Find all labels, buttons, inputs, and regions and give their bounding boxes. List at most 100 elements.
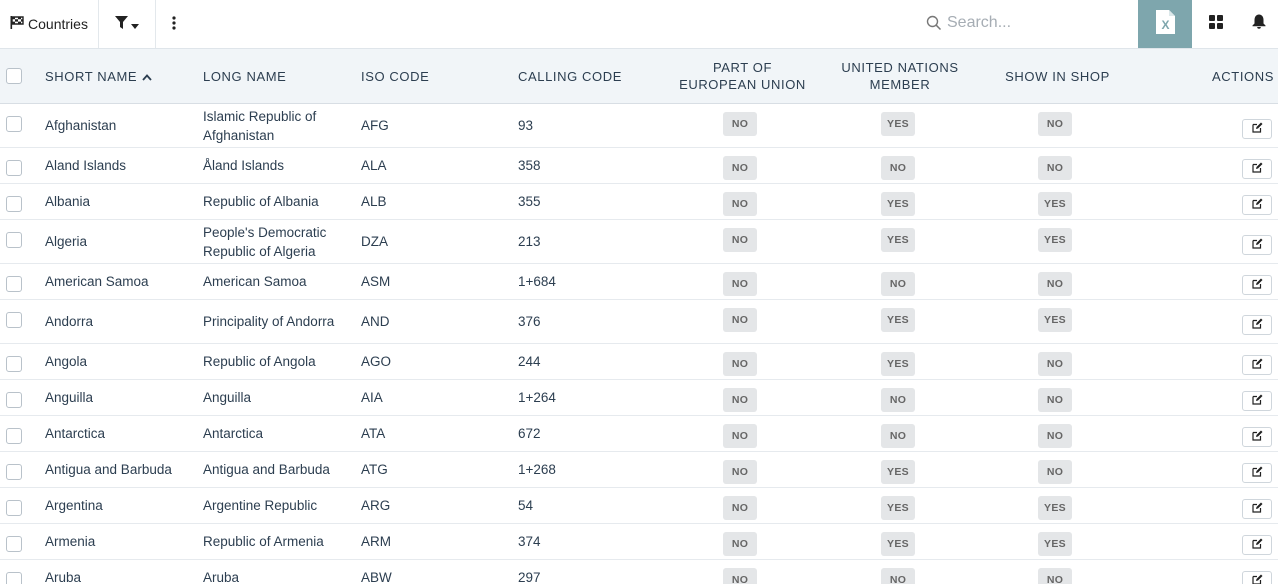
cell-short-name: Albania [45, 184, 197, 219]
column-header-calling-code[interactable]: CALLING CODE [518, 49, 668, 103]
cell-un-member: YES [828, 524, 968, 559]
cell-long-name: Argentine Republic [203, 488, 348, 523]
search-input[interactable] [947, 10, 1132, 36]
row-checkbox[interactable] [6, 116, 22, 132]
edit-button[interactable] [1242, 235, 1272, 255]
column-header-iso-code[interactable]: ISO CODE [361, 49, 511, 103]
kebab-menu-icon [171, 15, 176, 33]
table-row[interactable]: Antigua and Barbuda Antigua and Barbuda AT… [0, 452, 1278, 488]
row-checkbox[interactable] [6, 464, 22, 480]
flag-icon [10, 16, 24, 32]
edit-button[interactable] [1242, 571, 1272, 584]
edit-button[interactable] [1242, 391, 1272, 411]
row-checkbox[interactable] [6, 572, 22, 584]
status-badge: YES [1038, 496, 1072, 520]
row-checkbox[interactable] [6, 428, 22, 444]
cell-show-in-shop: NO [985, 560, 1125, 584]
cell-iso-code: AGO [361, 344, 511, 379]
cell-short-name-text: Afghanistan [45, 118, 117, 133]
cell-european-union: NO [670, 264, 810, 299]
row-checkbox[interactable] [6, 196, 22, 212]
column-header-european-union[interactable]: PART OF EUROPEAN UNION [670, 49, 815, 103]
row-checkbox[interactable] [6, 232, 22, 248]
row-checkbox[interactable] [6, 500, 22, 516]
row-checkbox[interactable] [6, 392, 22, 408]
table-row[interactable]: Algeria People's Democratic Republic of A… [0, 220, 1278, 264]
column-header-actions-label: ACTIONS [1212, 68, 1274, 84]
cell-long-name-text: Antigua and Barbuda [203, 462, 330, 477]
filter-button[interactable] [99, 0, 156, 48]
row-checkbox[interactable] [6, 312, 22, 328]
edit-button[interactable] [1242, 275, 1272, 295]
row-checkbox[interactable] [6, 356, 22, 372]
cell-iso-code: AIA [361, 380, 511, 415]
edit-button[interactable] [1242, 535, 1272, 555]
table-row[interactable]: Argentina Argentine Republic ARG 54 NO YES YES [0, 488, 1278, 524]
edit-button[interactable] [1242, 315, 1272, 335]
column-header-long-name[interactable]: LONG NAME [203, 49, 353, 103]
column-header-short-name-label: SHORT NAME [45, 68, 138, 84]
notifications-button[interactable] [1240, 0, 1278, 48]
edit-button[interactable] [1242, 355, 1272, 375]
column-header-short-name[interactable]: SHORT NAME [45, 49, 195, 103]
caret-down-icon [131, 16, 139, 32]
cell-long-name-text: Åland Islands [203, 158, 285, 173]
cell-iso-code: ALB [361, 184, 511, 219]
grid-view-button[interactable] [1192, 0, 1240, 48]
cell-short-name-text: Armenia [45, 534, 96, 549]
cell-show-in-shop: YES [985, 524, 1125, 559]
cell-european-union: NO [670, 300, 810, 343]
cell-iso-code-text: AND [361, 314, 390, 329]
cell-long-name: Republic of Albania [203, 184, 348, 219]
cell-show-in-shop: YES [985, 220, 1125, 263]
edit-button[interactable] [1242, 159, 1272, 179]
table-row[interactable]: Antarctica Antarctica ATA 672 NO NO NO [0, 416, 1278, 452]
more-options-button[interactable] [156, 0, 191, 48]
cell-calling-code: 244 [518, 344, 668, 379]
cell-iso-code-text: ARM [361, 534, 391, 549]
status-badge: NO [881, 424, 915, 448]
cell-iso-code: ARM [361, 524, 511, 559]
edit-button[interactable] [1242, 119, 1272, 139]
table-row[interactable]: Aland Islands Åland Islands ALA 358 NO NO NO [0, 148, 1278, 184]
column-header-show-in-shop-label: SHOW IN SHOP [1005, 68, 1110, 84]
table-row[interactable]: Anguilla Anguilla AIA 1+264 NO NO NO [0, 380, 1278, 416]
countries-menu-button[interactable]: Countries [0, 0, 99, 48]
cell-european-union: NO [670, 524, 810, 559]
cell-european-union: NO [670, 380, 810, 415]
column-header-un-member[interactable]: UNITED NATIONS MEMBER [830, 49, 970, 103]
column-header-show-in-shop[interactable]: SHOW IN SHOP [995, 49, 1120, 103]
table-row[interactable]: Armenia Republic of Armenia ARM 374 NO YES YES [0, 524, 1278, 560]
table-row[interactable]: American Samoa American Samoa ASM 1+684 NO NO… [0, 264, 1278, 300]
edit-button[interactable] [1242, 499, 1272, 519]
table-row[interactable]: Andorra Principality of Andorra AND 376 NO YE… [0, 300, 1278, 344]
edit-icon [1251, 120, 1263, 138]
cell-long-name-text: Antarctica [203, 426, 264, 441]
cell-un-member: YES [828, 300, 968, 343]
row-checkbox[interactable] [6, 536, 22, 552]
table-row[interactable]: Albania Republic of Albania ALB 355 NO YES YES [0, 184, 1278, 220]
cell-calling-code-text: 374 [518, 534, 541, 549]
table-row[interactable]: Angola Republic of Angola AGO 244 NO YES NO [0, 344, 1278, 380]
status-badge: NO [723, 388, 757, 412]
cell-long-name: Åland Islands [203, 148, 348, 183]
cell-short-name: Antigua and Barbuda [45, 452, 197, 487]
edit-button[interactable] [1242, 427, 1272, 447]
row-checkbox[interactable] [6, 276, 22, 292]
cell-long-name: People's Democratic Republic of Algeria [203, 220, 348, 263]
edit-button[interactable] [1242, 195, 1272, 215]
status-badge: NO [881, 388, 915, 412]
status-badge: YES [881, 308, 915, 332]
export-excel-button[interactable]: X [1138, 0, 1192, 48]
select-all-checkbox[interactable] [6, 68, 22, 84]
cell-iso-code: ATA [361, 416, 511, 451]
cell-short-name: Antarctica [45, 416, 197, 451]
status-badge: YES [881, 496, 915, 520]
cell-long-name: Republic of Angola [203, 344, 348, 379]
cell-short-name: Andorra [45, 300, 197, 343]
table-row[interactable]: Aruba Aruba ABW 297 NO NO NO [0, 560, 1278, 584]
table-row[interactable]: Afghanistan Islamic Republic of Afghanist… [0, 104, 1278, 148]
row-checkbox[interactable] [6, 160, 22, 176]
cell-short-name-text: American Samoa [45, 274, 149, 289]
edit-button[interactable] [1242, 463, 1272, 483]
